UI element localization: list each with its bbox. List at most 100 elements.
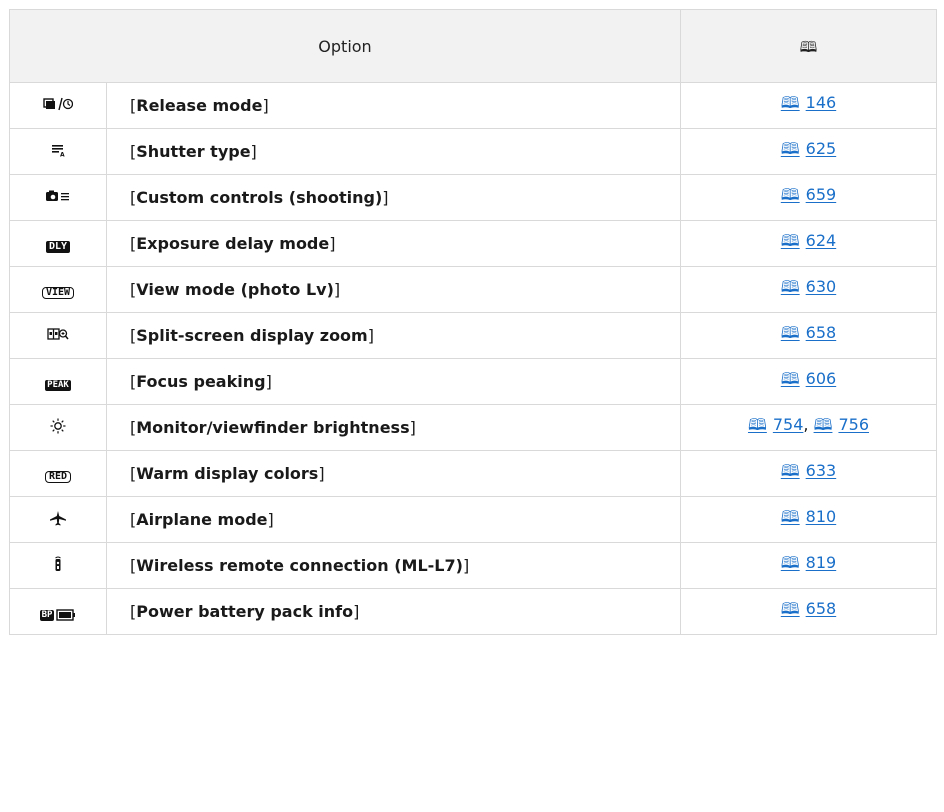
- close-bracket: ]: [382, 188, 389, 207]
- page-number: 658: [805, 323, 837, 342]
- page-link[interactable]: 🕮 625: [781, 139, 836, 158]
- option-name: Power battery pack info: [136, 602, 354, 621]
- option-name-cell: [Wireless remote connection (ML-L7)]: [106, 542, 681, 589]
- icon-cell: VIEW: [9, 266, 107, 313]
- book-icon: 🕮: [780, 553, 800, 572]
- page-ref-cell: 🕮 819: [680, 542, 937, 589]
- icon-cell: [9, 82, 107, 129]
- book-icon: 🕮: [780, 139, 800, 158]
- book-icon: 🕮: [747, 415, 767, 434]
- table-row: RED [Warm display colors] 🕮 633: [9, 450, 937, 497]
- warm-display-label: RED: [44, 471, 72, 483]
- exposure-delay-icon: DLY: [45, 241, 71, 253]
- focus-peaking-label: PEAK: [45, 380, 71, 391]
- page-link[interactable]: 🕮 658: [781, 599, 836, 618]
- wireless-remote-icon: [53, 556, 63, 572]
- page-number: 659: [805, 185, 837, 204]
- close-bracket: ]: [250, 142, 257, 161]
- icon-cell: BP: [9, 588, 107, 635]
- option-name-cell: [Focus peaking]: [106, 358, 681, 405]
- page-number: 146: [805, 93, 837, 112]
- table-body: [Release mode] 🕮 146 A [Shutter type] 🕮 625 [Cu…: [9, 82, 937, 635]
- page-link[interactable]: 🕮 606: [781, 369, 836, 388]
- battery-pack-icon: BP: [39, 609, 77, 621]
- focus-peaking-icon: PEAK: [45, 380, 71, 391]
- page-link[interactable]: 🕮 659: [781, 185, 836, 204]
- page-link[interactable]: 🕮 633: [781, 461, 836, 480]
- close-bracket: ]: [333, 280, 341, 299]
- book-icon: 🕮: [780, 369, 800, 388]
- view-mode-icon: VIEW: [41, 287, 75, 299]
- page-link[interactable]: 🕮 756: [814, 415, 869, 434]
- view-mode-label: VIEW: [41, 287, 75, 299]
- icon-cell: [9, 312, 107, 359]
- page-ref-cell: 🕮 633: [680, 450, 937, 497]
- close-bracket: ]: [329, 234, 336, 253]
- page-ref-cell: 🕮 606: [680, 358, 937, 405]
- page-link[interactable]: 🕮 754: [748, 415, 803, 434]
- option-name-cell: [Custom controls (shooting)]: [106, 174, 681, 221]
- page-link[interactable]: 🕮 146: [781, 93, 836, 112]
- book-icon: 🕮: [780, 185, 800, 204]
- page-link[interactable]: 🕮 810: [781, 507, 836, 526]
- page-link[interactable]: 🕮 624: [781, 231, 836, 250]
- option-name: Monitor/viewfinder brightness: [136, 418, 410, 437]
- option-name: Airplane mode: [136, 510, 268, 529]
- split-screen-zoom-icon: [47, 327, 69, 341]
- close-bracket: ]: [353, 602, 360, 621]
- icon-cell: [9, 174, 107, 221]
- page-ref-cell: 🕮 754, 🕮 756: [680, 404, 937, 451]
- table-row: [Custom controls (shooting)] 🕮 659: [9, 174, 937, 221]
- page-link[interactable]: 🕮 819: [781, 553, 836, 572]
- option-name: Exposure delay mode: [136, 234, 330, 253]
- option-name: Shutter type: [136, 142, 251, 161]
- header-row: Option 🕮: [9, 9, 937, 83]
- close-bracket: ]: [262, 96, 269, 115]
- book-icon: 🕮: [780, 93, 800, 112]
- page-ref-cell: 🕮 625: [680, 128, 937, 175]
- page-ref-cell: 🕮 658: [680, 312, 937, 359]
- page-ref-cell: 🕮 658: [680, 588, 937, 635]
- page-number: 630: [805, 277, 837, 296]
- page-number: 819: [805, 553, 837, 572]
- book-icon: 🕮: [799, 37, 818, 56]
- table-row: [Wireless remote connection (ML-L7)] 🕮 819: [9, 542, 937, 589]
- icon-cell: [9, 496, 107, 543]
- option-column-header: Option: [9, 9, 681, 83]
- battery-pack-label: BP: [39, 609, 55, 621]
- page-column-header: 🕮: [680, 9, 937, 83]
- icon-cell: PEAK: [9, 358, 107, 405]
- page-ref-cell: 🕮 624: [680, 220, 937, 267]
- icon-cell: A: [9, 128, 107, 175]
- book-icon: 🕮: [780, 461, 800, 480]
- svg-text:A: A: [60, 152, 65, 158]
- custom-controls-icon: [45, 189, 71, 203]
- table-header: Option 🕮: [9, 9, 937, 83]
- option-name: Warm display colors: [136, 464, 319, 483]
- icon-cell: DLY: [9, 220, 107, 267]
- page-number: 658: [805, 599, 837, 618]
- close-bracket: ]: [265, 372, 272, 391]
- book-icon: 🕮: [780, 231, 800, 250]
- page-ref-cell: 🕮 146: [680, 82, 937, 129]
- book-icon: 🕮: [780, 507, 800, 526]
- table-row: [Split-screen display zoom] 🕮 658: [9, 312, 937, 359]
- page-link[interactable]: 🕮 630: [781, 277, 836, 296]
- close-bracket: ]: [409, 418, 416, 437]
- page-ref-cell: 🕮 659: [680, 174, 937, 221]
- brightness-icon: [50, 418, 66, 434]
- icon-cell: [9, 404, 107, 451]
- page-number: 754: [772, 415, 804, 434]
- page-link[interactable]: 🕮 658: [781, 323, 836, 342]
- close-bracket: ]: [367, 326, 374, 345]
- options-table: Option 🕮 [Release mode] 🕮 146 A [Shutter typ…: [9, 9, 937, 635]
- option-name-cell: [Monitor/viewfinder brightness]: [106, 404, 681, 451]
- option-name-cell: [Shutter type]: [106, 128, 681, 175]
- table-row: [Monitor/viewfinder brightness] 🕮 754, 🕮 75…: [9, 404, 937, 451]
- option-header-label: Option: [318, 36, 372, 56]
- close-bracket: ]: [267, 510, 274, 529]
- option-name-cell: [Warm display colors]: [106, 450, 681, 497]
- table-row: BP [Power battery pack info] 🕮 658: [9, 588, 937, 635]
- page-ref-cell: 🕮 810: [680, 496, 937, 543]
- option-name-cell: [Exposure delay mode]: [106, 220, 681, 267]
